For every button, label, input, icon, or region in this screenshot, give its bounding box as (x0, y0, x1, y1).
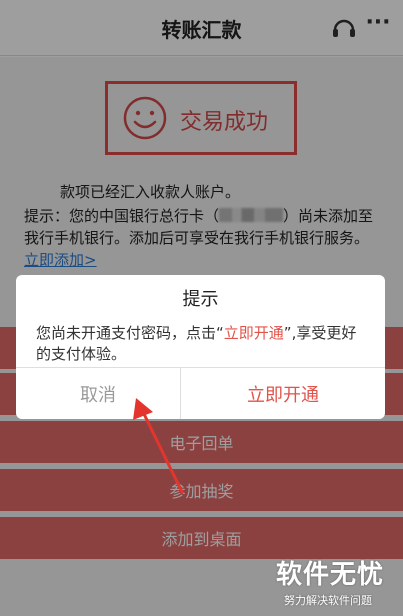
dialog-title: 提示 (182, 289, 219, 310)
dialog-message-before: 您尚未开通支付密码，点击“ (36, 324, 224, 342)
watermark-subtitle: 努力解决软件问题 (284, 594, 372, 607)
payment-password-dialog: 提示 您尚未开通支付密码，点击“立即开通”,享受更好的支付体验。 取消 立即开通 (16, 275, 385, 419)
enable-now-button[interactable]: 立即开通 (181, 368, 385, 419)
cancel-button[interactable]: 取消 (16, 368, 180, 419)
dialog-message: 您尚未开通支付密码，点击“立即开通”,享受更好的支付体验。 (36, 323, 370, 365)
dialog-message-highlight: 立即开通 (223, 324, 284, 342)
watermark-title: 软件无忧 (276, 560, 385, 590)
watermark: 软件无忧 努力解决软件问题 (270, 552, 403, 616)
